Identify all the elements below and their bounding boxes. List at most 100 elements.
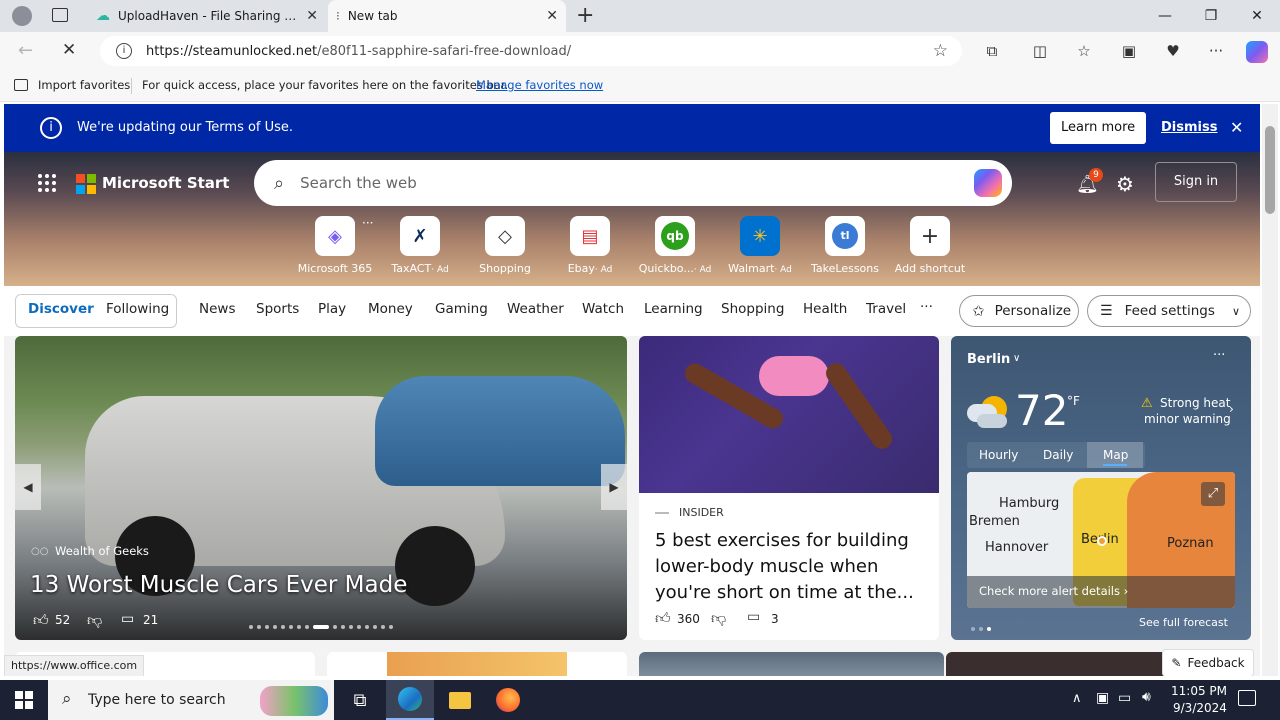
full-forecast-link[interactable]: See full forecast (1139, 616, 1228, 629)
hero-source[interactable]: Wealth of Geeks (55, 544, 149, 558)
shortcut-takelessons[interactable]: tl TakeLessons (805, 216, 885, 275)
url-bar[interactable]: i https://steamunlocked.net/e80f11-sapph… (100, 36, 962, 66)
tab-watch[interactable]: Watch (582, 301, 624, 317)
copilot-search-icon[interactable] (974, 169, 1002, 197)
brand-title[interactable]: Microsoft Start (102, 174, 229, 192)
tab-hourly[interactable]: Hourly (979, 448, 1018, 462)
file-explorer-icon[interactable] (436, 680, 484, 720)
taskbar-search-box[interactable]: ⌕ Type here to search (48, 680, 334, 720)
partial-card-3[interactable] (639, 652, 944, 676)
tab-learning[interactable]: Learning (644, 301, 703, 317)
back-icon[interactable]: ← (18, 40, 33, 61)
dislike-icon[interactable]: 👎︎ (87, 611, 102, 630)
site-info-icon[interactable]: i (116, 43, 132, 59)
tab-sports[interactable]: Sports (256, 301, 299, 317)
extensions-icon[interactable]: ⧉ (980, 39, 1004, 63)
weather-map[interactable]: Hamburg Bremen Hannover Berlin Poznan ⤢ … (967, 472, 1235, 608)
shortcut-quickbooks[interactable]: qb Quickbo...· Ad (635, 216, 715, 275)
settings-gear-icon[interactable]: ⚙ (1116, 172, 1134, 196)
shortcut-add[interactable]: + Add shortcut (890, 216, 970, 275)
stop-icon[interactable]: ✕ (62, 40, 76, 60)
dislike-icon[interactable]: 👎︎ (711, 609, 726, 628)
alert-line1[interactable]: Strong heat (1160, 396, 1230, 410)
tray-chevron-up-icon[interactable]: ∧ (1072, 691, 1082, 706)
personalize-button[interactable]: ✩ Personalize (959, 295, 1079, 327)
collections-icon[interactable]: ▣ (1117, 39, 1141, 63)
tray-devices-icon[interactable]: ▣ (1096, 690, 1109, 706)
shortcut-taxact[interactable]: ✗ TaxACT· Ad (380, 216, 460, 275)
profile-icon[interactable] (12, 6, 32, 26)
firefox-icon[interactable] (484, 680, 532, 720)
minimize-button[interactable]: — (1142, 0, 1188, 32)
page-scrollbar[interactable] (1262, 104, 1278, 676)
windows-start-icon[interactable] (0, 680, 48, 720)
tab-travel[interactable]: Travel (866, 301, 906, 317)
tab-health[interactable]: Health (803, 301, 847, 317)
carousel-dots[interactable] (247, 618, 395, 632)
tab-new-tab[interactable]: ⁝ New tab ✕ (328, 0, 566, 32)
more-tabs-icon[interactable]: ··· (920, 299, 933, 315)
tray-network-icon[interactable]: ▭ (1118, 690, 1131, 706)
tab-actions-icon[interactable] (52, 8, 68, 22)
favorites-icon[interactable]: ☆ (1072, 39, 1096, 63)
hero-title[interactable]: 13 Worst Muscle Cars Ever Made (30, 572, 407, 598)
carousel-prev-button[interactable]: ◀ (15, 464, 41, 510)
alert-line2[interactable]: minor warning (1144, 412, 1231, 426)
comment-icon[interactable]: ▭ (747, 609, 760, 625)
shortcut-walmart[interactable]: ✳ Walmart· Ad (720, 216, 800, 275)
tab-play[interactable]: Play (318, 301, 346, 317)
apps-launcher-icon[interactable] (38, 174, 56, 192)
alert-details-bar[interactable]: Check more alert details › (967, 576, 1235, 608)
clock-date[interactable]: 9/3/2024 (1173, 701, 1227, 715)
new-tab-button[interactable]: + (576, 3, 594, 28)
news-title[interactable]: 5 best exercises for building lower-body… (655, 528, 931, 606)
tab-uploadhaven[interactable]: ☁ UploadHaven - File Sharing Made Simple… (88, 0, 326, 32)
weather-more-icon[interactable]: ··· (1213, 348, 1225, 363)
weather-pager-dots[interactable] (969, 620, 993, 634)
feed-settings-button[interactable]: ☰ Feed settings ∨ (1087, 295, 1251, 327)
close-tab-icon[interactable]: ✕ (306, 8, 318, 24)
like-icon[interactable]: 👍︎ (33, 611, 49, 630)
tab-weather[interactable]: Weather (507, 301, 564, 317)
tray-volume-icon[interactable]: 🔊︎ (1142, 689, 1151, 705)
weather-city[interactable]: Berlin (967, 352, 1010, 367)
edge-taskbar-icon[interactable] (386, 680, 434, 720)
tab-daily[interactable]: Daily (1043, 448, 1073, 462)
shortcut-shopping[interactable]: ◇ Shopping (465, 216, 545, 275)
dismiss-link[interactable]: Dismiss (1161, 120, 1217, 135)
city-chevron-down-icon[interactable]: ∨ (1013, 353, 1020, 364)
manage-favorites-link[interactable]: Manage favorites now (476, 78, 603, 92)
tab-map-active[interactable]: Map (1087, 442, 1143, 468)
close-banner-icon[interactable]: ✕ (1230, 118, 1243, 137)
tab-money[interactable]: Money (368, 301, 413, 317)
expand-map-icon[interactable]: ⤢ (1201, 482, 1225, 506)
comment-icon[interactable]: ▭ (121, 611, 134, 627)
tab-discover[interactable]: Discover (28, 301, 94, 317)
news-source[interactable]: INSIDER (679, 506, 724, 519)
alert-chevron-right-icon[interactable]: › (1229, 402, 1234, 416)
import-favorites-button[interactable]: Import favorites (38, 78, 130, 92)
tab-news[interactable]: News (199, 301, 235, 317)
favorite-star-icon[interactable]: ☆ (933, 41, 948, 61)
clock-time[interactable]: 11:05 PM (1171, 684, 1227, 698)
shortcut-ebay[interactable]: ▤ Ebay· Ad (550, 216, 630, 275)
learn-more-button[interactable]: Learn more (1050, 112, 1147, 144)
carousel-next-button[interactable]: ▶ (601, 464, 627, 510)
news-article-card[interactable]: INSIDER 5 best exercises for building lo… (639, 336, 939, 640)
sign-in-button[interactable]: Sign in (1155, 162, 1237, 202)
close-tab-icon[interactable]: ✕ (546, 8, 558, 24)
task-view-icon[interactable]: ⧉ (336, 680, 384, 720)
partial-card-2[interactable] (327, 652, 627, 676)
copilot-icon[interactable] (1246, 41, 1268, 63)
shortcut-more-icon[interactable]: ··· (362, 216, 373, 230)
feedback-button[interactable]: ✎ Feedback (1162, 649, 1254, 676)
hero-article-card[interactable]: ◀ ▶ ○○ Wealth of Geeks 13 Worst Muscle C… (15, 336, 627, 640)
maximize-button[interactable]: ❐ (1188, 0, 1234, 32)
tab-following[interactable]: Following (106, 301, 169, 317)
performance-icon[interactable]: ♥ (1161, 39, 1185, 63)
tab-shopping[interactable]: Shopping (721, 301, 784, 317)
like-icon[interactable]: 👍︎ (655, 609, 671, 628)
action-center-icon[interactable] (1238, 690, 1256, 706)
close-window-button[interactable]: ✕ (1234, 0, 1280, 32)
weather-card[interactable]: Berlin ∨ ··· 72 °F ⚠ Strong heat minor w… (951, 336, 1251, 640)
